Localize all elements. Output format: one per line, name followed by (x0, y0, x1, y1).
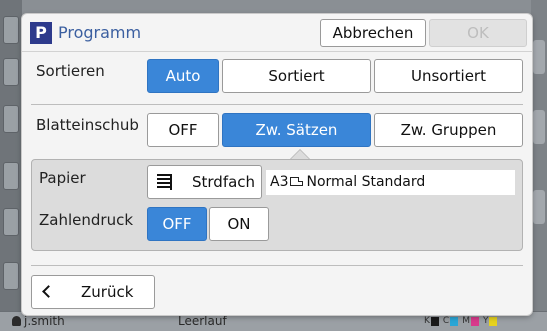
ink-swatch (430, 316, 439, 326)
background-right-panel (531, 0, 547, 331)
background-tile (3, 262, 19, 290)
ink-label: Y (482, 316, 489, 326)
dialog-titlebar: P Programm Abbrechen OK (22, 14, 532, 52)
portrait-orientation-icon (290, 177, 304, 186)
program-dialog: P Programm Abbrechen OK Sortieren Auto S… (22, 14, 532, 315)
ink-level-k: K (424, 316, 439, 326)
ink-label: K (424, 316, 430, 326)
background-tile (3, 58, 19, 86)
background-tile (533, 110, 545, 144)
ink-level-c: C (442, 316, 459, 326)
separator-option-between-sets[interactable]: Zw. Sätzen (222, 113, 371, 147)
background-tile (3, 208, 19, 236)
background-tile (3, 16, 19, 44)
paper-label: Papier (39, 169, 86, 187)
background-left-panel (0, 0, 22, 331)
user-icon (12, 316, 21, 326)
ink-level-y: Y (483, 316, 498, 326)
paper-info: A3 Normal Standard (266, 170, 515, 195)
numbering-label: Zahlendruck (39, 211, 134, 229)
chevron-left-icon (42, 285, 55, 298)
background-tile (533, 190, 545, 224)
ink-level-m: M (462, 316, 479, 326)
numbering-option-on[interactable]: ON (209, 207, 269, 241)
ok-button[interactable]: OK (429, 19, 527, 47)
panel-pointer (291, 150, 309, 159)
ink-swatch (489, 316, 498, 326)
background-tile (3, 162, 19, 190)
separator-option-between-groups[interactable]: Zw. Gruppen (374, 113, 523, 147)
sort-option-auto[interactable]: Auto (147, 59, 219, 93)
sort-option-sorted[interactable]: Sortiert (222, 59, 371, 93)
paper-size: A3 (270, 174, 289, 190)
footer-divider (31, 265, 523, 266)
background-tile (3, 105, 19, 133)
numbering-option-off[interactable]: OFF (147, 207, 207, 241)
ink-swatch (470, 316, 479, 326)
ink-label: M (462, 316, 470, 326)
ink-swatch (450, 316, 459, 326)
separator-label: Blatteinschub (36, 116, 139, 134)
separator-option-off[interactable]: OFF (147, 113, 219, 147)
sort-option-unsorted[interactable]: Unsortiert (374, 59, 523, 93)
section-divider (31, 104, 523, 105)
background-user: j.smith (12, 314, 65, 328)
program-icon: P (30, 22, 52, 44)
ink-label: C (442, 316, 450, 326)
ink-levels: K C M Y (424, 316, 498, 326)
back-button-label: Zurück (81, 283, 134, 301)
sort-label: Sortieren (36, 62, 105, 80)
paper-type: Normal Standard (306, 174, 426, 190)
paper-tray-button[interactable]: Strdfach (147, 165, 262, 199)
background-tile (533, 40, 545, 74)
paper-tray-label: Strdfach (192, 173, 256, 191)
back-button[interactable]: Zurück (31, 275, 155, 309)
paper-tray-icon (157, 174, 172, 190)
cancel-button[interactable]: Abbrechen (320, 19, 426, 47)
background-status-text: Leerlauf (178, 314, 227, 328)
dialog-title: Programm (58, 23, 142, 42)
user-name: j.smith (24, 314, 65, 328)
